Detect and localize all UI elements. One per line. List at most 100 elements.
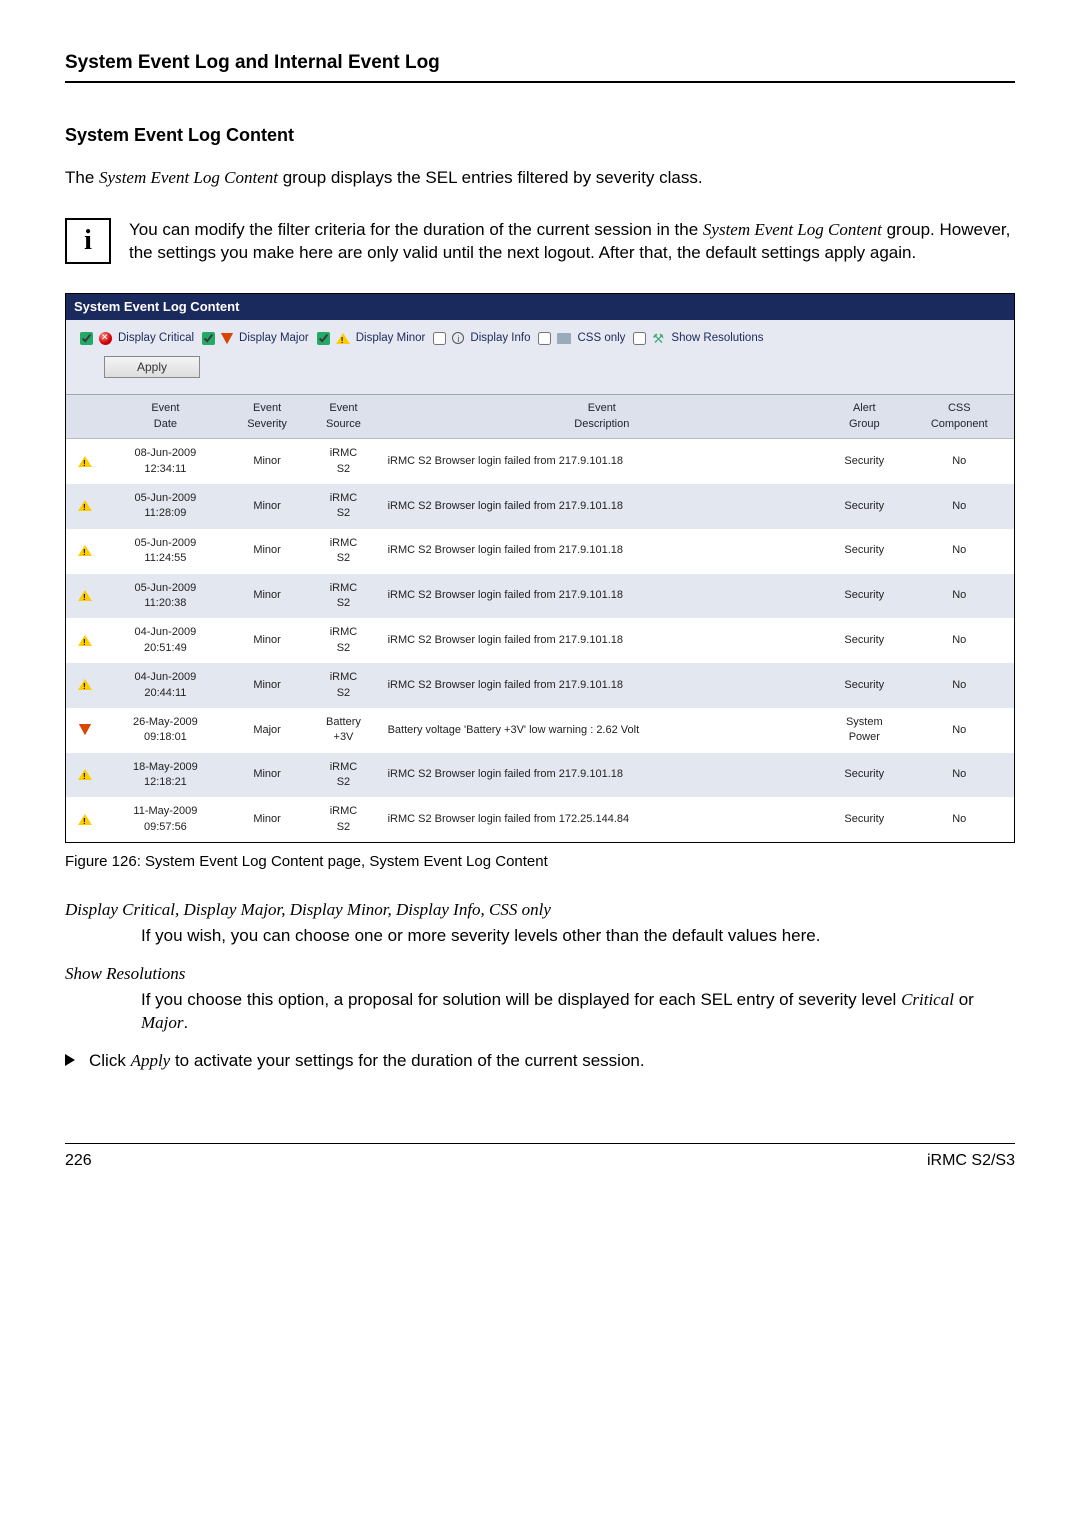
info-em: System Event Log Content	[703, 220, 882, 239]
def2-post: .	[184, 1013, 189, 1032]
cell-alert: Security	[824, 484, 905, 529]
apply-instruction: Click Apply to activate your settings fo…	[65, 1049, 1015, 1073]
cell-severity: Minor	[227, 797, 308, 842]
cell-css: No	[905, 663, 1014, 708]
sel-panel-title: System Event Log Content	[66, 294, 1014, 320]
cell-alert: Security	[824, 529, 905, 574]
col-severity: Event Severity	[227, 395, 308, 438]
minor-icon	[78, 590, 92, 601]
info-circle-icon: i	[452, 332, 464, 344]
cell-source: iRMCS2	[307, 439, 379, 484]
cell-source: iRMCS2	[307, 663, 379, 708]
cell-css: No	[905, 618, 1014, 663]
minor-icon	[78, 679, 92, 690]
cell-source: iRMCS2	[307, 753, 379, 798]
cell-css: No	[905, 529, 1014, 574]
cell-alert: Security	[824, 618, 905, 663]
cell-severity: Minor	[227, 574, 308, 619]
cell-date: 26-May-200909:18:01	[104, 708, 227, 753]
table-row: 04-Jun-200920:51:49MinoriRMCS2iRMC S2 Br…	[66, 618, 1014, 663]
minor-icon	[78, 456, 92, 467]
bullet-pre: Click	[89, 1051, 131, 1070]
cell-alert: SystemPower	[824, 708, 905, 753]
cell-source: iRMCS2	[307, 574, 379, 619]
cell-css: No	[905, 797, 1014, 842]
apply-button[interactable]: Apply	[104, 356, 200, 378]
critical-icon	[99, 332, 112, 345]
info-text: You can modify the filter criteria for t…	[129, 218, 1015, 266]
table-row: 18-May-200912:18:21MinoriRMCS2iRMC S2 Br…	[66, 753, 1014, 798]
def-term-filters: Display Critical, Display Major, Display…	[65, 898, 1015, 922]
table-row: 05-Jun-200911:24:55MinoriRMCS2iRMC S2 Br…	[66, 529, 1014, 574]
filter-critical-checkbox[interactable]	[80, 332, 93, 345]
cell-alert: Security	[824, 439, 905, 484]
page-footer: 226 iRMC S2/S3	[65, 1143, 1015, 1172]
bullet-post: to activate your settings for the durati…	[170, 1051, 644, 1070]
col-source: Event Source	[307, 395, 379, 438]
filter-info-checkbox[interactable]	[433, 332, 446, 345]
col-alert: Alert Group	[824, 395, 905, 438]
def-body-res: If you choose this option, a proposal fo…	[141, 988, 1015, 1036]
cell-css: No	[905, 753, 1014, 798]
filter-major-checkbox[interactable]	[202, 332, 215, 345]
filter-major-label: Display Major	[239, 330, 309, 346]
cell-date: 04-Jun-200920:44:11	[104, 663, 227, 708]
cell-date: 05-Jun-200911:28:09	[104, 484, 227, 529]
cell-description: iRMC S2 Browser login failed from 217.9.…	[380, 484, 824, 529]
filter-minor-checkbox[interactable]	[317, 332, 330, 345]
filter-res-label: Show Resolutions	[671, 330, 763, 346]
table-row: 04-Jun-200920:44:11MinoriRMCS2iRMC S2 Br…	[66, 663, 1014, 708]
filter-css-label: CSS only	[577, 330, 625, 346]
cell-css: No	[905, 439, 1014, 484]
intro-paragraph: The System Event Log Content group displ…	[65, 166, 1015, 190]
cell-date: 08-Jun-200912:34:11	[104, 439, 227, 484]
def2-mid: or	[954, 990, 974, 1009]
table-row: 08-Jun-200912:34:11MinoriRMCS2iRMC S2 Br…	[66, 439, 1014, 484]
section-heading: System Event Log Content	[65, 123, 1015, 148]
cell-severity: Minor	[227, 529, 308, 574]
filter-res-checkbox[interactable]	[633, 332, 646, 345]
figure-caption: Figure 126: System Event Log Content pag…	[65, 851, 1015, 872]
table-row: 11-May-200909:57:56MinoriRMCS2iRMC S2 Br…	[66, 797, 1014, 842]
cell-alert: Security	[824, 663, 905, 708]
cell-description: iRMC S2 Browser login failed from 217.9.…	[380, 439, 824, 484]
cell-severity: Minor	[227, 753, 308, 798]
sel-filter-bar: Display Critical Display Major Display M…	[66, 320, 1014, 395]
col-description: Event Description	[380, 395, 824, 438]
cell-source: iRMCS2	[307, 484, 379, 529]
cell-description: iRMC S2 Browser login failed from 217.9.…	[380, 753, 824, 798]
minor-icon	[78, 814, 92, 825]
sel-table: Event Date Event Severity Event Source E…	[66, 395, 1014, 842]
cell-alert: Security	[824, 797, 905, 842]
css-chip-icon	[557, 333, 571, 344]
cell-severity: Minor	[227, 484, 308, 529]
def2-em2: Major	[141, 1013, 184, 1032]
cell-description: iRMC S2 Browser login failed from 217.9.…	[380, 618, 824, 663]
intro-post: group displays the SEL entries filtered …	[278, 168, 703, 187]
cell-source: iRMCS2	[307, 618, 379, 663]
filter-css-checkbox[interactable]	[538, 332, 551, 345]
page-header: System Event Log and Internal Event Log	[65, 50, 1015, 83]
intro-em: System Event Log Content	[99, 168, 278, 187]
cell-source: Battery+3V	[307, 708, 379, 753]
cell-description: iRMC S2 Browser login failed from 217.9.…	[380, 663, 824, 708]
cell-severity: Minor	[227, 439, 308, 484]
col-css: CSS Component	[905, 395, 1014, 438]
triangle-bullet-icon	[65, 1054, 75, 1066]
cell-severity: Minor	[227, 663, 308, 708]
filter-minor-label: Display Minor	[356, 330, 426, 346]
cell-severity: Minor	[227, 618, 308, 663]
cell-date: 05-Jun-200911:20:38	[104, 574, 227, 619]
cell-description: iRMC S2 Browser login failed from 217.9.…	[380, 574, 824, 619]
info-pre: You can modify the filter criteria for t…	[129, 220, 703, 239]
cell-source: iRMCS2	[307, 529, 379, 574]
cell-css: No	[905, 484, 1014, 529]
minor-icon	[78, 545, 92, 556]
minor-icon	[336, 333, 350, 344]
def2-pre: If you choose this option, a proposal fo…	[141, 990, 901, 1009]
cell-description: iRMC S2 Browser login failed from 217.9.…	[380, 529, 824, 574]
cell-date: 04-Jun-200920:51:49	[104, 618, 227, 663]
cell-description: iRMC S2 Browser login failed from 172.25…	[380, 797, 824, 842]
page-number: 226	[65, 1150, 92, 1172]
def-term-res: Show Resolutions	[65, 962, 1015, 986]
